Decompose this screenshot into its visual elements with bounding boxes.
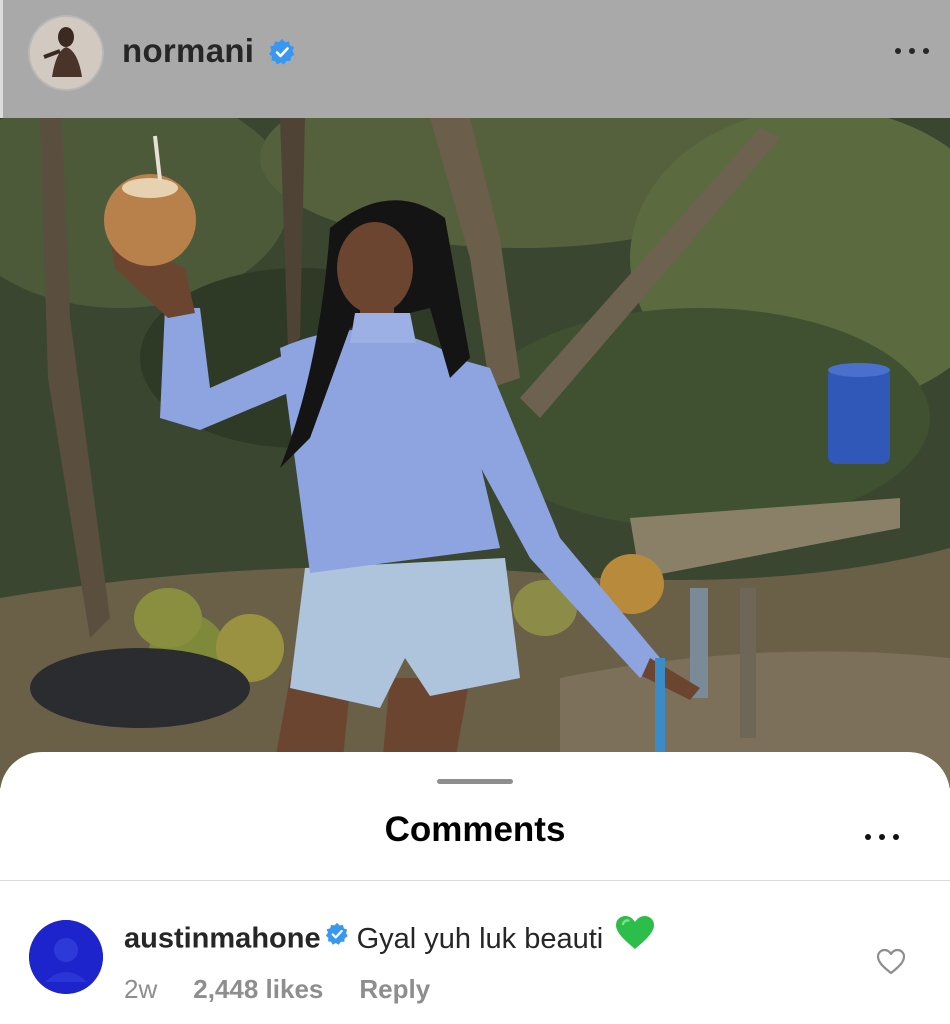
green-heart-emoji-icon (615, 915, 655, 959)
post-author-avatar[interactable] (30, 17, 102, 89)
sheet-divider (0, 880, 950, 881)
post-photo[interactable] (0, 118, 950, 788)
reply-button[interactable]: Reply (359, 974, 430, 1004)
commenter-avatar[interactable] (29, 920, 103, 994)
sheet-grabber-handle[interactable] (437, 779, 513, 784)
post-options-button[interactable] (892, 40, 932, 60)
avatar-image (29, 920, 103, 994)
comment-body: Gyal yuh luk beauti (356, 922, 604, 955)
comments-sheet: Comments austinmahone Gyal yuh luk beaut… (0, 752, 950, 1024)
comment-text-line: austinmahone Gyal yuh luk beauti (124, 915, 655, 962)
comments-options-button[interactable] (862, 826, 902, 846)
post-header: normani (0, 0, 950, 118)
verified-badge-icon (268, 38, 296, 71)
commenter-username[interactable]: austinmahone (124, 923, 321, 955)
post-author-username[interactable]: normani (122, 32, 254, 70)
avatar-image (30, 17, 102, 89)
post-photo-image (0, 118, 950, 788)
comment-likes-count[interactable]: 2,448 likes (193, 974, 323, 1004)
comment-meta: 2w 2,448 likes Reply (124, 974, 466, 1005)
comments-sheet-title: Comments (384, 810, 566, 849)
verified-badge-icon (325, 921, 349, 954)
comment-timestamp: 2w (124, 974, 158, 1004)
heart-outline-icon[interactable] (876, 948, 906, 981)
